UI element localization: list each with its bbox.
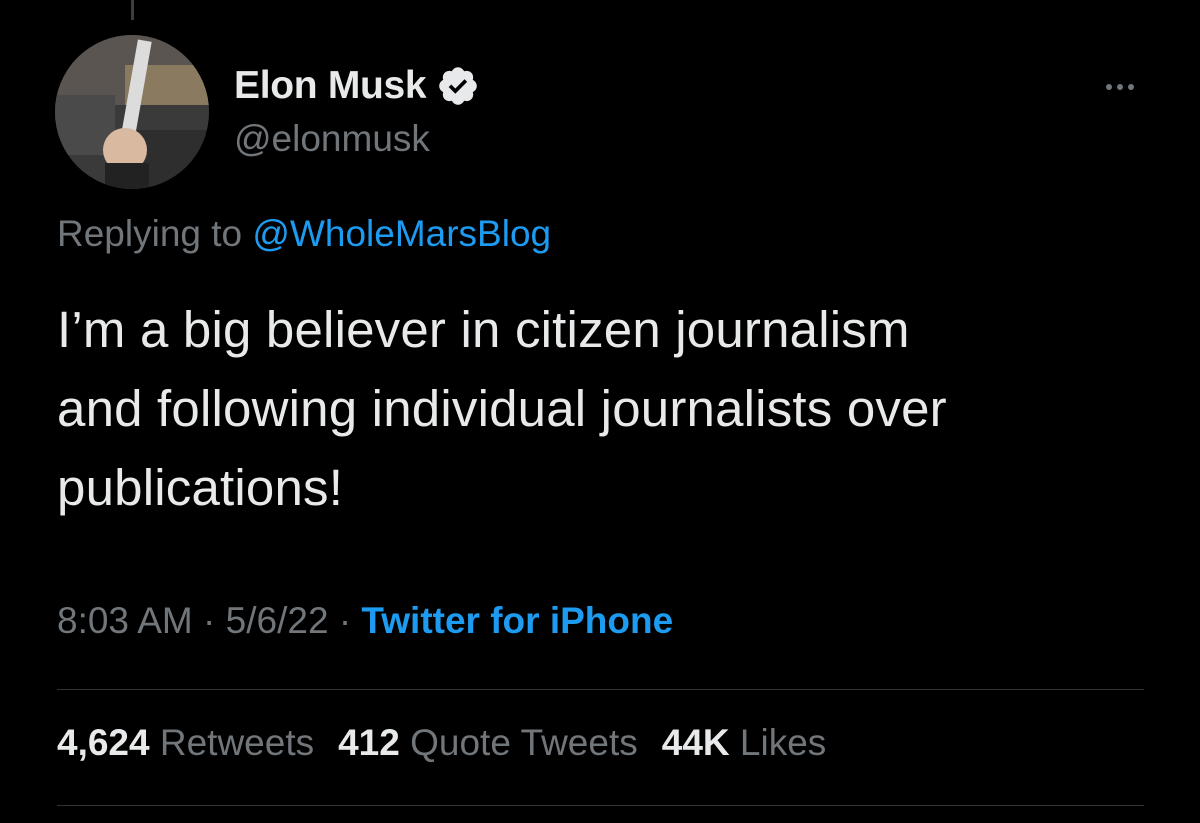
replying-to-prefix: Replying to [57,213,243,254]
divider [57,689,1144,690]
replying-to-line: Replying to @WholeMarsBlog [57,213,551,255]
tweet-text: I’m a big believer in citizen journalism… [57,290,1167,527]
quote-tweets-stat[interactable]: 412 Quote Tweets [338,722,638,764]
tweet-metadata: 8:03 AM · 5/6/22 · Twitter for iPhone [57,600,673,642]
more-horizontal-icon-dot [1117,84,1123,90]
author-display-name[interactable]: Elon Musk [234,64,427,108]
more-horizontal-icon [1106,84,1112,90]
author-handle[interactable]: @elonmusk [234,118,430,160]
meta-separator: · [203,600,216,641]
tweet-date[interactable]: 5/6/22 [226,600,329,641]
avatar[interactable] [55,35,209,189]
likes-label: Likes [739,722,827,763]
more-options-button[interactable] [1096,72,1144,102]
thread-connector-line [131,0,134,20]
likes-stat[interactable]: 44K Likes [662,722,827,764]
tweet-source-link[interactable]: Twitter for iPhone [361,600,673,641]
divider [57,805,1144,806]
meta-separator: · [338,600,352,641]
likes-count: 44K [661,722,730,763]
quote-tweets-label: Quote Tweets [410,722,638,763]
engagement-stats: 4,624 Retweets 412 Quote Tweets 44K Like… [57,722,826,764]
tweet-text-line: and following individual journalists ove… [57,380,947,437]
avatar-image [55,35,209,189]
quote-tweets-count: 412 [338,722,400,763]
tweet-text-line: publications! [57,459,344,516]
author-name-row: Elon Musk [234,62,480,110]
tweet-time[interactable]: 8:03 AM [57,600,193,641]
tweet-text-line: I’m a big believer in citizen journalism [57,301,910,358]
reply-mention-link[interactable]: @WholeMarsBlog [252,213,551,254]
verified-badge-icon [439,67,478,105]
retweets-stat[interactable]: 4,624 Retweets [57,722,314,764]
more-horizontal-icon-dot [1128,84,1134,90]
retweets-count: 4,624 [57,722,150,763]
retweets-label: Retweets [159,722,315,763]
